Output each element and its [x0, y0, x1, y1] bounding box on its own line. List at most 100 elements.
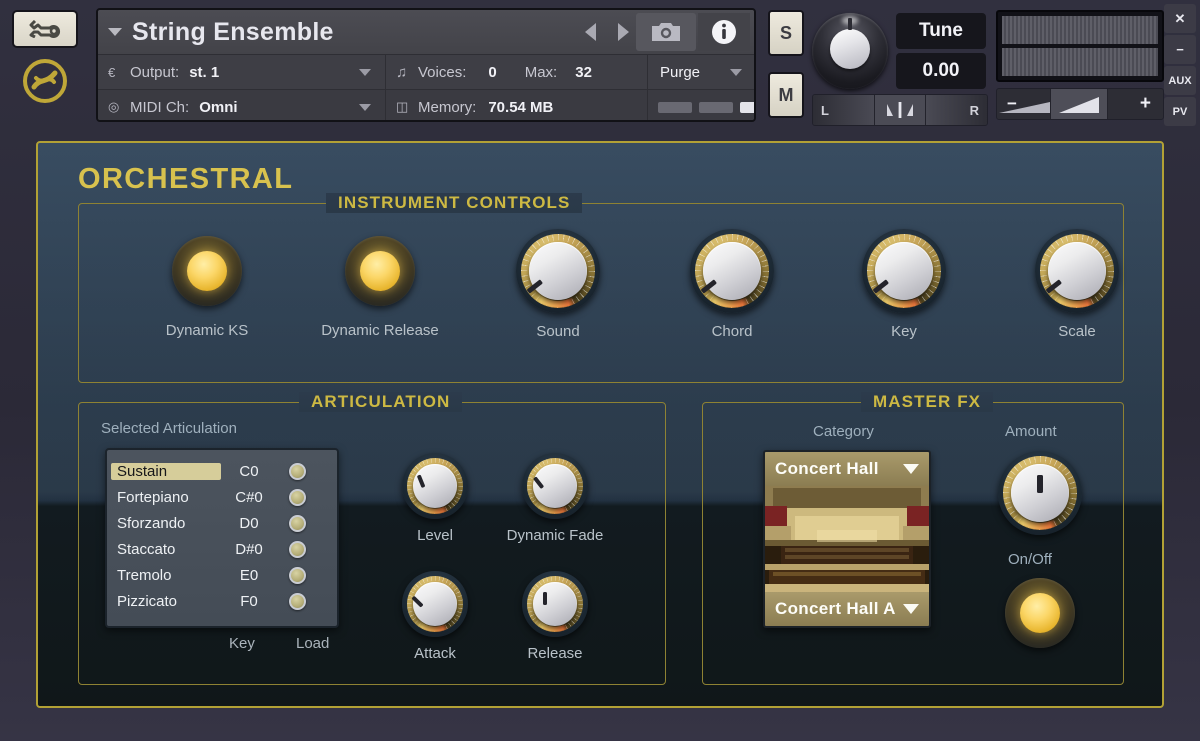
list-item[interactable]: Staccato D#0 — [111, 536, 333, 562]
pv-button[interactable]: PV — [1164, 97, 1196, 126]
toggle-dynamic-ks[interactable]: Dynamic KS — [166, 236, 248, 339]
knob-key[interactable]: Key — [862, 229, 946, 340]
instrument-controls-group: INSTRUMENT CONTROLS Dynamic KS Dynamic R… — [78, 193, 1124, 383]
volume-minus-label: − — [1007, 94, 1017, 113]
pan-right-zone[interactable]: R — [926, 95, 987, 125]
articulation-key: D#0 — [235, 540, 263, 558]
knob-body[interactable] — [690, 229, 774, 313]
next-arrow-icon[interactable] — [618, 23, 629, 41]
volume-increase[interactable]: + — [1108, 89, 1163, 119]
mute-button[interactable]: M — [768, 72, 804, 118]
led-button[interactable] — [172, 236, 242, 306]
articulation-list[interactable]: Sustain C0 Fortepiano C#0 Sforzando D0 S… — [105, 448, 339, 628]
articulation-load-led[interactable] — [277, 592, 317, 610]
snapshot-button[interactable] — [636, 13, 696, 51]
info-button[interactable] — [698, 13, 750, 51]
wrench-button[interactable] — [12, 10, 78, 48]
articulation-key: D0 — [239, 514, 259, 532]
memory-label: Memory: — [418, 98, 477, 116]
instrument-collapse-arrow[interactable] — [98, 28, 132, 36]
articulation-load-led[interactable] — [277, 514, 317, 532]
close-icon: ✕ — [1174, 10, 1186, 26]
fx-preset-dropdown[interactable]: Concert Hall A — [765, 592, 929, 626]
purge-bar-2[interactable] — [699, 101, 733, 113]
list-item[interactable]: Sustain C0 — [111, 458, 333, 484]
purge-state-bars[interactable] — [648, 90, 754, 120]
knob-cap — [529, 242, 587, 300]
memory-icon: ◫ — [396, 99, 409, 114]
output-selector[interactable]: € Output: st. 1 — [98, 55, 386, 89]
voices-value: 0 — [488, 63, 497, 81]
output-icon: € — [108, 64, 116, 80]
knob-cap — [533, 582, 577, 626]
knob-body[interactable] — [998, 451, 1082, 535]
knob-dynamic-fade[interactable]: Dynamic Fade — [507, 453, 603, 544]
pan-left-zone[interactable]: L — [813, 95, 874, 125]
instrument-row-output-voices: € Output: st. 1 ♫ Voices: 0 Max: 32 Purg… — [98, 54, 754, 89]
chevron-down-icon — [108, 28, 122, 36]
articulation-name: Sforzando — [117, 514, 186, 532]
knob-sound[interactable]: Sound — [516, 229, 600, 340]
knob-body[interactable] — [402, 571, 468, 637]
knob-body[interactable] — [516, 229, 600, 313]
knob-level[interactable]: Level — [402, 453, 468, 544]
articulation-load-led[interactable] — [277, 566, 317, 584]
tune-label-display: Tune — [896, 13, 986, 49]
native-instruments-logo — [22, 58, 68, 104]
aux-button[interactable]: AUX — [1164, 66, 1196, 95]
pan-center-icon — [887, 102, 913, 118]
list-item[interactable]: Fortepiano C#0 — [111, 484, 333, 510]
knob-chord[interactable]: Chord — [690, 229, 774, 340]
fx-preset-browser[interactable]: Concert Hall Concert Hall A — [763, 450, 931, 628]
knob-body[interactable] — [522, 453, 588, 519]
led-button[interactable] — [345, 236, 415, 306]
close-button[interactable]: ✕ — [1164, 4, 1196, 33]
pan-slider[interactable]: L R — [812, 94, 988, 126]
solo-button[interactable]: S — [768, 10, 804, 56]
list-item[interactable]: Tremolo E0 — [111, 562, 333, 588]
knob-label: Key — [891, 323, 917, 340]
led-button[interactable] — [1005, 578, 1075, 648]
tune-knob[interactable] — [812, 13, 888, 89]
knob-scale[interactable]: Scale — [1035, 229, 1119, 340]
articulation-load-led[interactable] — [277, 540, 317, 558]
max-label: Max: — [524, 63, 558, 81]
list-item[interactable]: Pizzicato F0 — [111, 588, 333, 614]
knob-cap — [875, 242, 933, 300]
minimize-button[interactable]: − — [1164, 35, 1196, 64]
midi-channel-selector[interactable]: ◎ MIDI Ch: Omni — [98, 90, 386, 120]
knob-fx-amount[interactable] — [998, 451, 1082, 535]
purge-bar-1[interactable] — [658, 101, 692, 113]
purge-label: Purge — [660, 63, 701, 81]
knob-body[interactable] — [402, 453, 468, 519]
knob-attack[interactable]: Attack — [402, 571, 468, 662]
minimize-icon: − — [1176, 42, 1184, 57]
midi-icon: ◎ — [108, 99, 120, 114]
purge-bar-3[interactable] — [740, 101, 754, 113]
prev-arrow-icon[interactable] — [585, 23, 596, 41]
list-item[interactable]: Sforzando D0 — [111, 510, 333, 536]
knob-body[interactable] — [1035, 229, 1119, 313]
instrument-title-row[interactable]: String Ensemble — [98, 10, 754, 54]
toggle-dynamic-release[interactable]: Dynamic Release — [321, 236, 439, 339]
articulation-load-led[interactable] — [277, 462, 317, 480]
toggle-fx-onoff[interactable] — [1005, 578, 1075, 648]
articulation-load-led[interactable] — [277, 488, 317, 506]
purge-menu[interactable]: Purge — [648, 55, 754, 89]
articulation-key: C0 — [239, 462, 259, 480]
volume-handle[interactable] — [1050, 89, 1108, 119]
chevron-down-icon — [359, 104, 371, 111]
volume-decrease[interactable]: − — [997, 89, 1073, 119]
led-icon — [288, 462, 306, 480]
knob-indicator — [543, 592, 547, 605]
pan-center-handle[interactable] — [874, 95, 926, 125]
articulation-name: Staccato — [117, 540, 176, 558]
knob-release[interactable]: Release — [522, 571, 588, 662]
fx-category-dropdown[interactable]: Concert Hall — [765, 452, 929, 486]
tune-value-display[interactable]: 0.00 — [896, 53, 986, 89]
knob-body[interactable] — [862, 229, 946, 313]
volume-slider[interactable]: − + — [996, 88, 1164, 120]
fx-preset-value: Concert Hall A — [775, 599, 896, 618]
knob-body[interactable] — [522, 571, 588, 637]
knob-label: Scale — [1058, 323, 1096, 340]
